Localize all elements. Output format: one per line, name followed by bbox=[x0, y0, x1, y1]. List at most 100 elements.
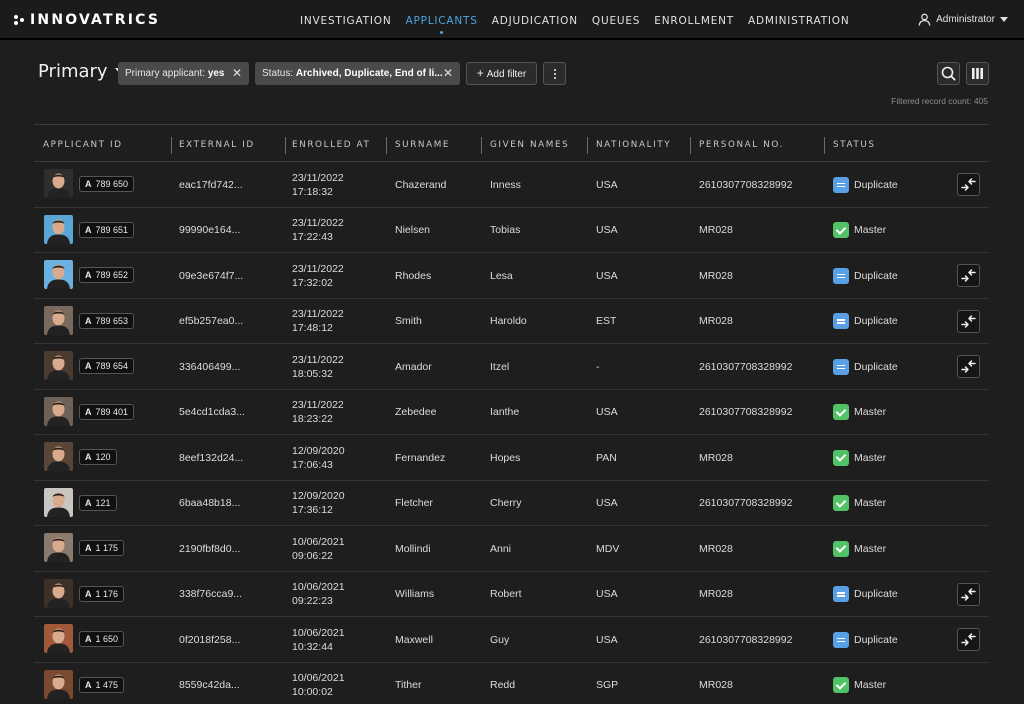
nav-item-enrollment[interactable]: ENROLLMENT bbox=[654, 0, 734, 40]
column-header-given-names[interactable]: GIVEN NAMES bbox=[490, 125, 569, 162]
enrolled-date: 23/11/2022 bbox=[292, 308, 344, 320]
applicant-type-icon: A bbox=[85, 634, 92, 644]
applicant-type-icon: A bbox=[85, 452, 92, 462]
applicant-photo bbox=[44, 669, 73, 699]
enrolled-time: 09:06:22 bbox=[292, 549, 333, 562]
status-label: Master bbox=[854, 679, 887, 691]
given-names: Itzel bbox=[490, 360, 510, 373]
personal-no: 2610307708328992 bbox=[699, 633, 793, 646]
status-badge: Duplicate bbox=[833, 299, 898, 344]
table-row[interactable]: A 789 652 09e3e674f7... 23/11/2022 17:32:02 R… bbox=[34, 253, 989, 299]
nav-item-applicants[interactable]: APPLICANTS bbox=[405, 0, 477, 40]
enrolled-time: 18:05:32 bbox=[292, 367, 333, 380]
logo[interactable]: INNOVATRICS bbox=[14, 12, 160, 28]
column-separator[interactable] bbox=[386, 137, 387, 154]
applicant-id-badge: A 789 654 bbox=[79, 358, 135, 374]
column-header-status[interactable]: STATUS bbox=[833, 125, 876, 162]
enrolled-time: 10:00:02 bbox=[292, 686, 333, 698]
nationality: - bbox=[596, 360, 600, 373]
close-icon[interactable]: ✕ bbox=[232, 62, 242, 85]
column-separator[interactable] bbox=[587, 137, 588, 154]
surname: Williams bbox=[395, 588, 435, 600]
table-row[interactable]: A1 475 8559c42da... 10/06/2021 10:00:02 Tith… bbox=[34, 663, 989, 704]
filter-chip-primary-applicant[interactable]: Primary applicant: yes ✕ bbox=[118, 62, 249, 85]
enrolled-time: 18:23:22 bbox=[292, 413, 333, 425]
search-button[interactable] bbox=[937, 62, 960, 85]
applicant-type-icon: A bbox=[85, 543, 92, 553]
table-row[interactable]: A 789 401 5e4cd1cda3... 23/11/2022 18:23:22 Z… bbox=[34, 390, 989, 435]
filter-chip-status[interactable]: Status: Archived, Duplicate, End of li..… bbox=[255, 62, 460, 85]
external-id: 8559c42da... bbox=[179, 679, 240, 691]
table-row[interactable]: A 789 653 ef5b257ea0... 23/11/2022 17:48:12 S… bbox=[34, 299, 989, 344]
table-row[interactable]: A1 176 338f76cca9... 10/06/2021 09:22:23 Wil… bbox=[34, 572, 989, 617]
table-row[interactable]: A 789 650 eac17fd742... 23/11/2022 17:18:32 C… bbox=[34, 162, 989, 208]
nav-item-queues[interactable]: QUEUES bbox=[592, 0, 640, 40]
applicant-photo bbox=[44, 260, 73, 289]
enrolled-at: 10/06/2021 10:32:44 bbox=[292, 617, 345, 662]
column-header-nationality[interactable]: NATIONALITY bbox=[596, 125, 671, 162]
merge-button[interactable] bbox=[957, 264, 980, 287]
columns-button[interactable] bbox=[966, 62, 989, 85]
add-filter-button[interactable]: + Add filter bbox=[466, 62, 537, 85]
merge-button[interactable] bbox=[957, 628, 980, 651]
user-name: Administrator bbox=[936, 14, 995, 25]
surname: Tither bbox=[395, 679, 422, 691]
filter-chip-value: yes bbox=[207, 68, 225, 79]
personal-no: MR028 bbox=[699, 451, 733, 464]
applicant-id: 1 176 bbox=[95, 588, 119, 599]
table-row[interactable]: A 789 654 336406499... 23/11/2022 18:05:32 Am… bbox=[34, 344, 989, 390]
nav-item-administration[interactable]: ADMINISTRATION bbox=[748, 0, 850, 40]
table-row[interactable]: A 789 651 99990e164... 23/11/2022 17:22:43 Ni… bbox=[34, 208, 989, 253]
column-header-enrolled-at[interactable]: ENROLLED AT bbox=[292, 125, 370, 162]
column-header-applicant-id[interactable]: APPLICANT ID bbox=[43, 125, 123, 162]
close-icon[interactable]: ✕ bbox=[443, 62, 453, 85]
enrolled-at: 23/11/2022 17:22:43 bbox=[292, 208, 344, 253]
merge-arrows-icon bbox=[961, 269, 976, 282]
given-names: Guy bbox=[490, 633, 510, 646]
view-selector[interactable]: Primary bbox=[38, 61, 125, 82]
table-row[interactable]: A1 175 2190fbf8d0... 10/06/2021 09:06:22 Mol… bbox=[34, 526, 989, 572]
nav-item-investigation[interactable]: INVESTIGATION bbox=[300, 0, 391, 40]
external-id: 99990e164... bbox=[179, 224, 241, 236]
user-icon bbox=[918, 13, 931, 26]
enrolled-at: 23/11/2022 18:05:32 bbox=[292, 344, 344, 389]
applicant-id: 789 653 bbox=[95, 315, 129, 326]
column-separator[interactable] bbox=[171, 137, 172, 154]
merge-button[interactable] bbox=[957, 309, 980, 333]
user-menu[interactable]: Administrator bbox=[918, 13, 1008, 26]
more-options-button[interactable] bbox=[543, 62, 566, 85]
applicant-id: 121 bbox=[95, 497, 111, 508]
table-row[interactable]: A1 650 0f2018f258... 10/06/2021 10:32:44 Max… bbox=[34, 617, 989, 663]
column-separator[interactable] bbox=[824, 137, 825, 154]
given-names: Lesa bbox=[490, 269, 513, 282]
column-header-personal-no[interactable]: PERSONAL NO. bbox=[699, 125, 784, 162]
equals-icon bbox=[833, 631, 849, 648]
enrolled-time: 17:48:12 bbox=[292, 322, 333, 334]
status-badge: Master bbox=[833, 526, 886, 571]
table-row[interactable]: A 121 6baa48b18... 12/09/2020 17:36:12 Fletch… bbox=[34, 481, 989, 526]
merge-arrows-icon bbox=[961, 633, 976, 646]
applicant-photo bbox=[44, 487, 73, 517]
applicant-type-icon: A bbox=[85, 179, 92, 189]
applicant-photo bbox=[44, 624, 73, 653]
main-nav: INVESTIGATION APPLICANTS ADJUDICATION QUEUE… bbox=[300, 0, 864, 40]
nav-item-adjudication[interactable]: ADJUDICATION bbox=[492, 0, 578, 40]
column-header-surname[interactable]: SURNAME bbox=[395, 125, 450, 162]
status-badge: Master bbox=[833, 435, 886, 480]
merge-button[interactable] bbox=[957, 582, 980, 606]
table-row[interactable]: A 120 8eef132d24... 12/09/2020 17:06:43 Ferna… bbox=[34, 435, 989, 481]
column-separator[interactable] bbox=[481, 137, 482, 154]
column-header-external-id[interactable]: EXTERNAL ID bbox=[179, 125, 255, 162]
enrolled-time: 17:18:32 bbox=[292, 185, 333, 198]
nationality: SGP bbox=[596, 679, 619, 691]
equals-icon bbox=[833, 586, 849, 602]
applicant-photo bbox=[44, 396, 73, 426]
merge-button[interactable] bbox=[957, 355, 980, 378]
nationality: USA bbox=[596, 588, 618, 600]
column-separator[interactable] bbox=[690, 137, 691, 154]
merge-button[interactable] bbox=[957, 173, 980, 196]
status-badge: Master bbox=[833, 390, 886, 435]
filter-chip-label: Status: bbox=[262, 68, 294, 79]
column-separator[interactable] bbox=[285, 137, 286, 154]
applicant-type-icon: A bbox=[85, 679, 92, 690]
